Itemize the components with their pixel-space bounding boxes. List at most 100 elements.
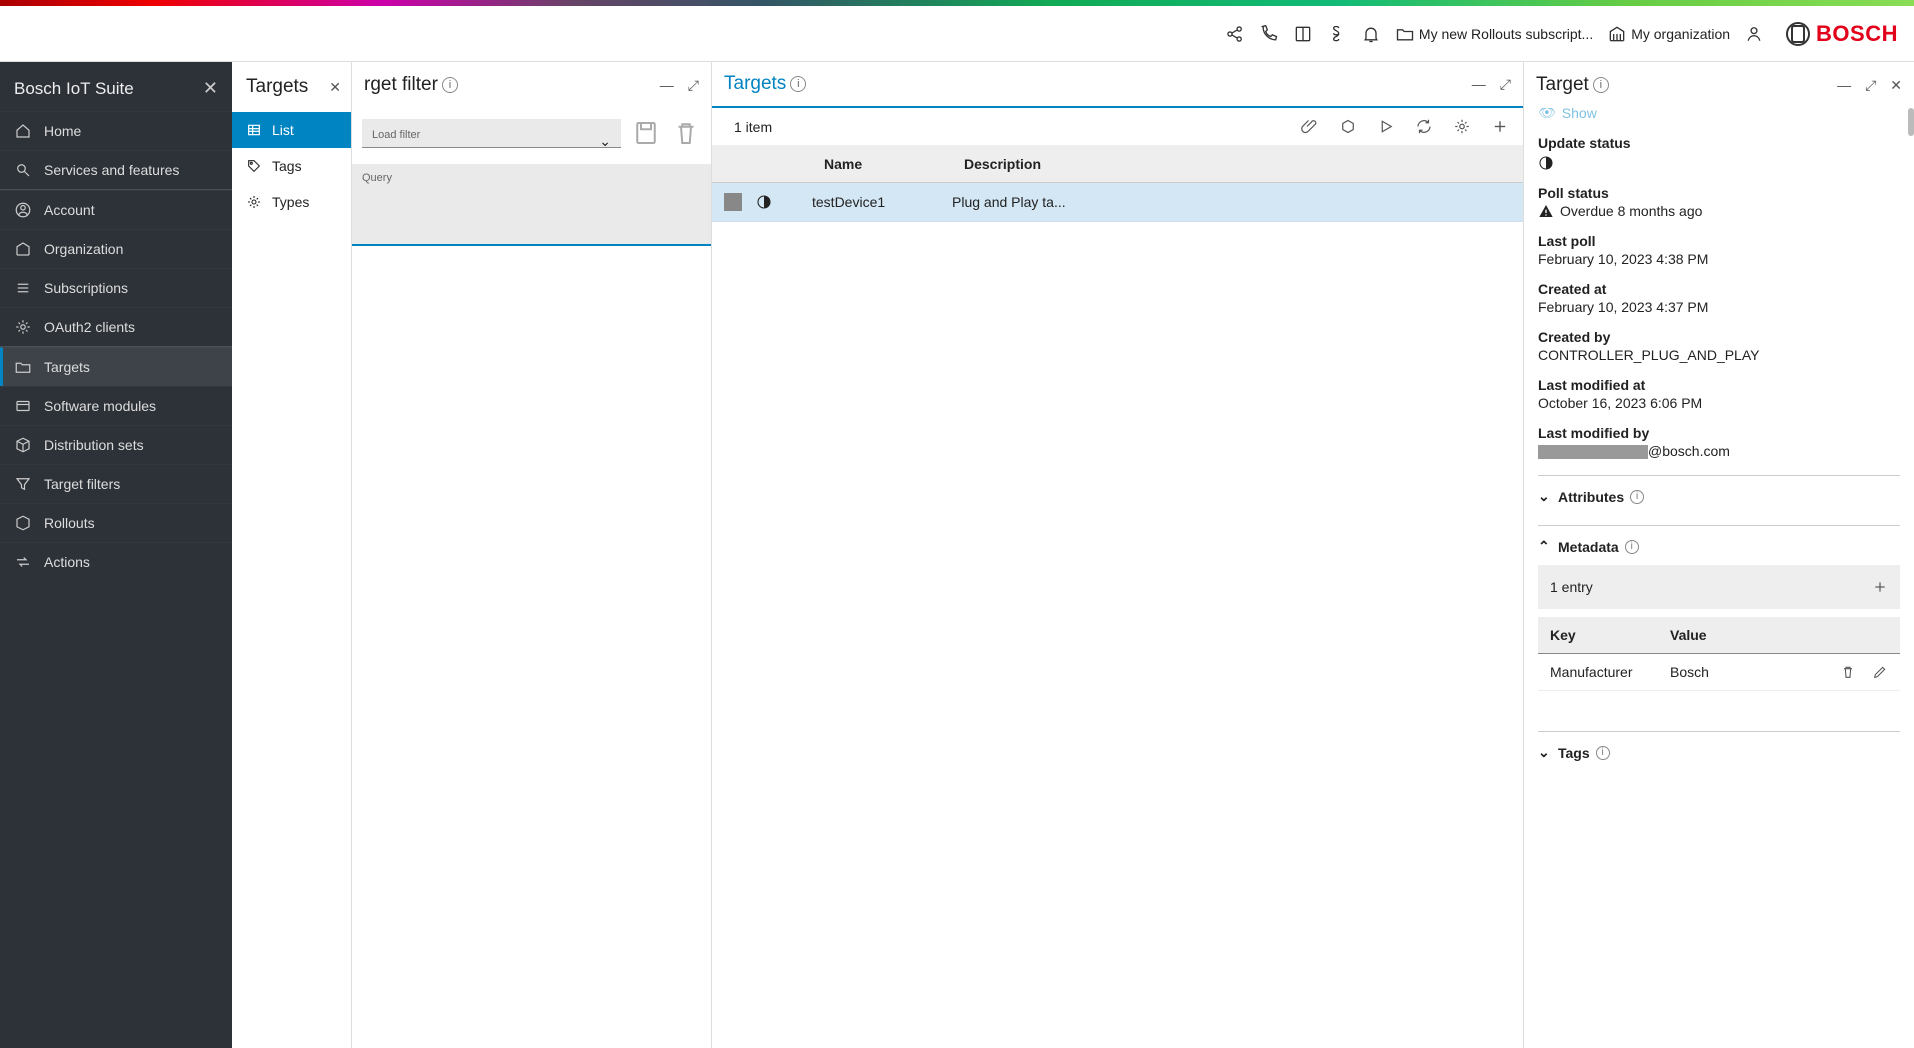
- metadata-row: Manufacturer Bosch: [1538, 654, 1900, 691]
- close-icon[interactable]: ✕: [1890, 77, 1902, 94]
- org-selector[interactable]: My organization: [1607, 24, 1730, 44]
- user-icon[interactable]: [1744, 24, 1764, 44]
- tag-icon: [246, 158, 262, 174]
- add-metadata-icon[interactable]: [1872, 579, 1888, 595]
- scrollbar-thumb[interactable]: [1908, 108, 1914, 136]
- status-square-icon: [724, 193, 742, 211]
- sidebar-close-icon[interactable]: ✕: [203, 78, 218, 99]
- last-modified-at-label: Last modified at: [1538, 377, 1900, 393]
- sidebar-item-label: Actions: [44, 554, 90, 570]
- filter-panel-title: rget filteri: [364, 74, 458, 96]
- info-icon[interactable]: i: [790, 76, 806, 92]
- subnav-item-label: Tags: [272, 158, 302, 174]
- info-icon[interactable]: i: [1625, 540, 1639, 554]
- minimize-icon[interactable]: —: [1472, 76, 1486, 93]
- sidebar-item-account[interactable]: Account: [0, 190, 232, 229]
- expand-icon[interactable]: ⤢: [688, 77, 699, 94]
- minimize-icon[interactable]: —: [660, 77, 674, 94]
- last-poll-label: Last poll: [1538, 233, 1900, 249]
- add-icon[interactable]: [1491, 116, 1509, 137]
- share-icon[interactable]: [1225, 24, 1245, 44]
- last-modified-at-value: October 16, 2023 6:06 PM: [1538, 395, 1900, 411]
- sidebar-item-organization[interactable]: Organization: [0, 229, 232, 268]
- bosch-wordmark: BOSCH: [1816, 21, 1898, 47]
- box-icon[interactable]: [1339, 116, 1357, 137]
- grid-icon: [246, 122, 262, 138]
- save-filter-icon[interactable]: [631, 118, 661, 148]
- target-panel-title: Targeti: [1536, 74, 1609, 96]
- sidebar-item-rollouts[interactable]: Rollouts: [0, 503, 232, 542]
- chevron-down-icon: ⌄: [1538, 488, 1552, 505]
- home-icon: [14, 122, 32, 140]
- sidebar-item-label: Account: [44, 202, 95, 218]
- sidebar-item-distribution[interactable]: Distribution sets: [0, 425, 232, 464]
- delete-filter-icon[interactable]: [671, 118, 701, 148]
- org-building-icon: [14, 240, 32, 258]
- half-circle-icon: [1538, 155, 1554, 171]
- sidebar-item-services[interactable]: Services and features: [0, 150, 232, 190]
- last-modified-by-label: Last modified by: [1538, 425, 1900, 441]
- org-label: My organization: [1631, 26, 1730, 42]
- subnav-item-types[interactable]: Types: [232, 184, 351, 220]
- delete-meta-icon[interactable]: [1840, 664, 1856, 680]
- sidebar-item-oauth[interactable]: OAuth2 clients: [0, 307, 232, 347]
- info-icon[interactable]: i: [1593, 77, 1609, 93]
- info-icon[interactable]: i: [1596, 746, 1610, 760]
- sidebar-item-targets[interactable]: Targets: [0, 347, 232, 386]
- table-row[interactable]: testDevice1 Plug and Play ta...: [712, 183, 1523, 222]
- sidebar-item-subscriptions[interactable]: Subscriptions: [0, 268, 232, 307]
- sidebar-item-label: Rollouts: [44, 515, 95, 531]
- subscription-label: My new Rollouts subscript...: [1419, 26, 1593, 42]
- sidebar-item-label: Software modules: [44, 398, 156, 414]
- bell-icon[interactable]: [1361, 24, 1381, 44]
- minimize-icon[interactable]: —: [1837, 77, 1851, 94]
- poll-status-label: Poll status: [1538, 185, 1900, 201]
- phone-icon[interactable]: [1259, 24, 1279, 44]
- settings-icon[interactable]: [1453, 116, 1471, 137]
- play-icon[interactable]: [1377, 116, 1395, 137]
- query-input[interactable]: Query: [352, 164, 711, 246]
- meta-value: Bosch: [1670, 664, 1840, 680]
- show-toggle[interactable]: 👁Show: [1538, 108, 1900, 121]
- poll-status-value: Overdue 8 months ago: [1560, 203, 1702, 219]
- sidebar: Bosch IoT Suite ✕ Home Services and feat…: [0, 62, 232, 1048]
- expand-icon[interactable]: ⤢: [1500, 76, 1511, 93]
- meta-key: Manufacturer: [1550, 664, 1670, 680]
- eye-icon: 👁: [1538, 108, 1556, 121]
- tags-section-toggle[interactable]: ⌄ Tags i: [1538, 732, 1900, 765]
- topbar: My new Rollouts subscript... My organiza…: [0, 6, 1914, 62]
- targets-subnav: Targets ✕ List Tags Types: [232, 62, 352, 1048]
- sidebar-item-actions[interactable]: Actions: [0, 542, 232, 581]
- sidebar-item-filters[interactable]: Target filters: [0, 464, 232, 503]
- refresh-icon[interactable]: [1415, 116, 1433, 137]
- info-icon[interactable]: i: [442, 77, 458, 93]
- sidebar-item-home[interactable]: Home: [0, 111, 232, 150]
- info-icon[interactable]: i: [1630, 490, 1644, 504]
- edit-meta-icon[interactable]: [1872, 664, 1888, 680]
- expand-icon[interactable]: ⤢: [1865, 77, 1876, 94]
- sidebar-item-label: Subscriptions: [44, 280, 128, 296]
- subnav-close-icon[interactable]: ✕: [329, 79, 341, 96]
- sidebar-item-label: Distribution sets: [44, 437, 144, 453]
- sidebar-item-label: OAuth2 clients: [44, 319, 135, 335]
- types-gear-icon: [246, 194, 262, 210]
- meta-col-key: Key: [1538, 617, 1658, 653]
- sidebar-item-software[interactable]: Software modules: [0, 386, 232, 425]
- metadata-section-toggle[interactable]: ⌃ Metadata i: [1538, 526, 1900, 559]
- section-icon[interactable]: [1327, 24, 1347, 44]
- warning-icon: [1538, 203, 1554, 219]
- book-icon[interactable]: [1293, 24, 1313, 44]
- subscription-selector[interactable]: My new Rollouts subscript...: [1395, 24, 1593, 44]
- search-icon: [14, 161, 32, 179]
- subnav-item-list[interactable]: List: [232, 112, 351, 148]
- subnav-item-tags[interactable]: Tags: [232, 148, 351, 184]
- load-filter-select[interactable]: Load filter ⌄: [362, 119, 621, 148]
- folder-outline-icon: [14, 358, 32, 376]
- metadata-count: 1 entry: [1550, 579, 1593, 595]
- subnav-title: Targets: [246, 76, 308, 98]
- attributes-section-toggle[interactable]: ⌄ Attributes i: [1538, 476, 1900, 509]
- sidebar-item-label: Targets: [44, 359, 90, 375]
- attach-icon[interactable]: [1301, 116, 1319, 137]
- tags-label: Tags: [1558, 745, 1590, 761]
- half-circle-icon: [756, 194, 772, 210]
